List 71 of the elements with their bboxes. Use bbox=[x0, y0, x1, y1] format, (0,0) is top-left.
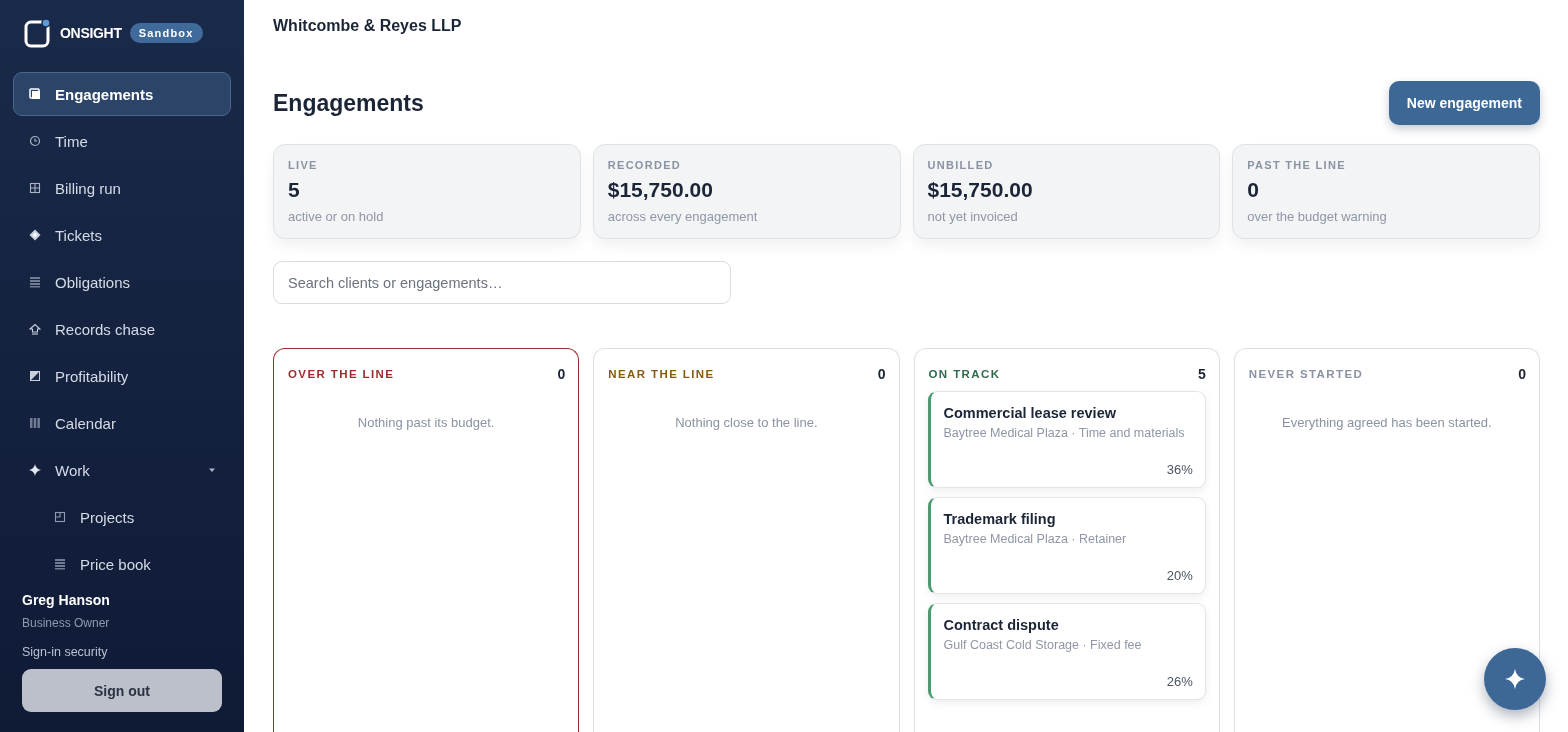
nav-item[interactable]: Projects bbox=[13, 495, 231, 539]
stat-value: $15,750.00 bbox=[607, 178, 714, 202]
card-meta: Baytree Medical Plaza · Retainer bbox=[943, 532, 1128, 546]
sparkle-icon bbox=[1505, 669, 1525, 689]
sign-out-button[interactable]: Sign out bbox=[22, 669, 222, 712]
engagement-card[interactable]: Commercial lease review Baytree Medical Plaza · Time and materials 36% bbox=[927, 391, 1206, 488]
engagement-card[interactable]: Trademark filing Baytree Medical Plaza · Retainer 20% bbox=[927, 497, 1206, 594]
card-percent: 36% bbox=[1166, 462, 1193, 477]
nav-item[interactable]: Work bbox=[13, 448, 231, 492]
page-title: Engagements bbox=[273, 89, 424, 117]
nav-item[interactable]: Billing run bbox=[13, 166, 231, 210]
stat-note: across every engagement bbox=[607, 209, 759, 224]
column-title: OVER THE LINE bbox=[288, 368, 395, 380]
list-icon bbox=[54, 558, 66, 570]
column-count: 0 bbox=[877, 366, 886, 382]
empty-message: Everything agreed has been started. bbox=[1281, 415, 1493, 430]
empty-message: Nothing past its budget. bbox=[356, 415, 496, 430]
column-count: 0 bbox=[557, 366, 566, 382]
grid-icon bbox=[29, 182, 41, 194]
stat-value: $15,750.00 bbox=[927, 178, 1034, 202]
brand-name: ONSIGHT bbox=[60, 25, 122, 41]
new-engagement-button[interactable]: New engagement bbox=[1388, 81, 1540, 125]
sparkle-icon bbox=[29, 464, 41, 476]
stat-value: 0 bbox=[1247, 178, 1260, 202]
frame-icon bbox=[54, 511, 66, 523]
chart-icon bbox=[29, 370, 41, 382]
stat-note: over the budget warning bbox=[1247, 209, 1388, 224]
house-icon bbox=[29, 323, 41, 335]
nav-item[interactable]: Price book bbox=[13, 542, 231, 586]
column-title: NEAR THE LINE bbox=[608, 368, 715, 380]
stat-value: 5 bbox=[288, 178, 301, 202]
engagement-card[interactable]: Contract dispute Gulf Coast Cold Storage · Fixed fee 26% bbox=[927, 603, 1206, 700]
diamond-icon bbox=[29, 229, 41, 241]
card-title: Trademark filing bbox=[943, 511, 1057, 527]
stat-label: PAST THE LINE bbox=[1247, 159, 1347, 171]
clock-icon bbox=[29, 135, 41, 147]
security-link[interactable]: Sign-in security bbox=[22, 645, 222, 659]
square-icon bbox=[29, 88, 41, 100]
search-field[interactable]: Search clients or engagements… bbox=[273, 261, 731, 304]
user-role: Business Owner bbox=[22, 616, 111, 630]
caret-icon bbox=[208, 467, 216, 473]
stat-label: RECORDED bbox=[607, 159, 683, 171]
stat-note: active or on hold bbox=[288, 209, 385, 224]
assistant-button[interactable] bbox=[1484, 648, 1546, 710]
card-meta: Gulf Coast Cold Storage · Fixed fee bbox=[943, 638, 1143, 652]
list-icon bbox=[29, 276, 41, 288]
nav-item[interactable]: Obligations bbox=[13, 260, 231, 304]
card-percent: 20% bbox=[1166, 568, 1193, 583]
nav-item[interactable]: Tickets bbox=[13, 213, 231, 257]
card-title: Commercial lease review bbox=[943, 405, 1117, 421]
stat-note: not yet invoiced bbox=[927, 209, 1019, 224]
nav-item[interactable]: Time bbox=[13, 119, 231, 163]
calendar-icon bbox=[29, 417, 41, 429]
environment-badge: Sandbox bbox=[129, 23, 203, 43]
firm-name: Whitcombe & Reyes LLP bbox=[273, 17, 463, 35]
nav-item[interactable]: Records chase bbox=[13, 307, 231, 351]
nav-item[interactable]: Profitability bbox=[13, 354, 231, 398]
card-percent: 26% bbox=[1166, 674, 1193, 689]
card-meta: Baytree Medical Plaza · Time and materials bbox=[943, 426, 1186, 440]
column-count: 5 bbox=[1197, 366, 1206, 382]
logo-icon bbox=[24, 18, 52, 48]
user-name: Greg Hanson bbox=[22, 592, 111, 608]
nav-item[interactable]: Engagements bbox=[13, 72, 231, 116]
column-title: NEVER STARTED bbox=[1248, 368, 1364, 380]
column-count: 0 bbox=[1518, 366, 1526, 382]
nav-item[interactable]: Calendar bbox=[13, 401, 231, 445]
stat-label: LIVE bbox=[288, 159, 319, 171]
stat-label: UNBILLED bbox=[927, 159, 995, 171]
empty-message: Nothing close to the line. bbox=[674, 415, 819, 430]
column-title: ON TRACK bbox=[928, 368, 1001, 380]
card-title: Contract dispute bbox=[943, 617, 1060, 633]
